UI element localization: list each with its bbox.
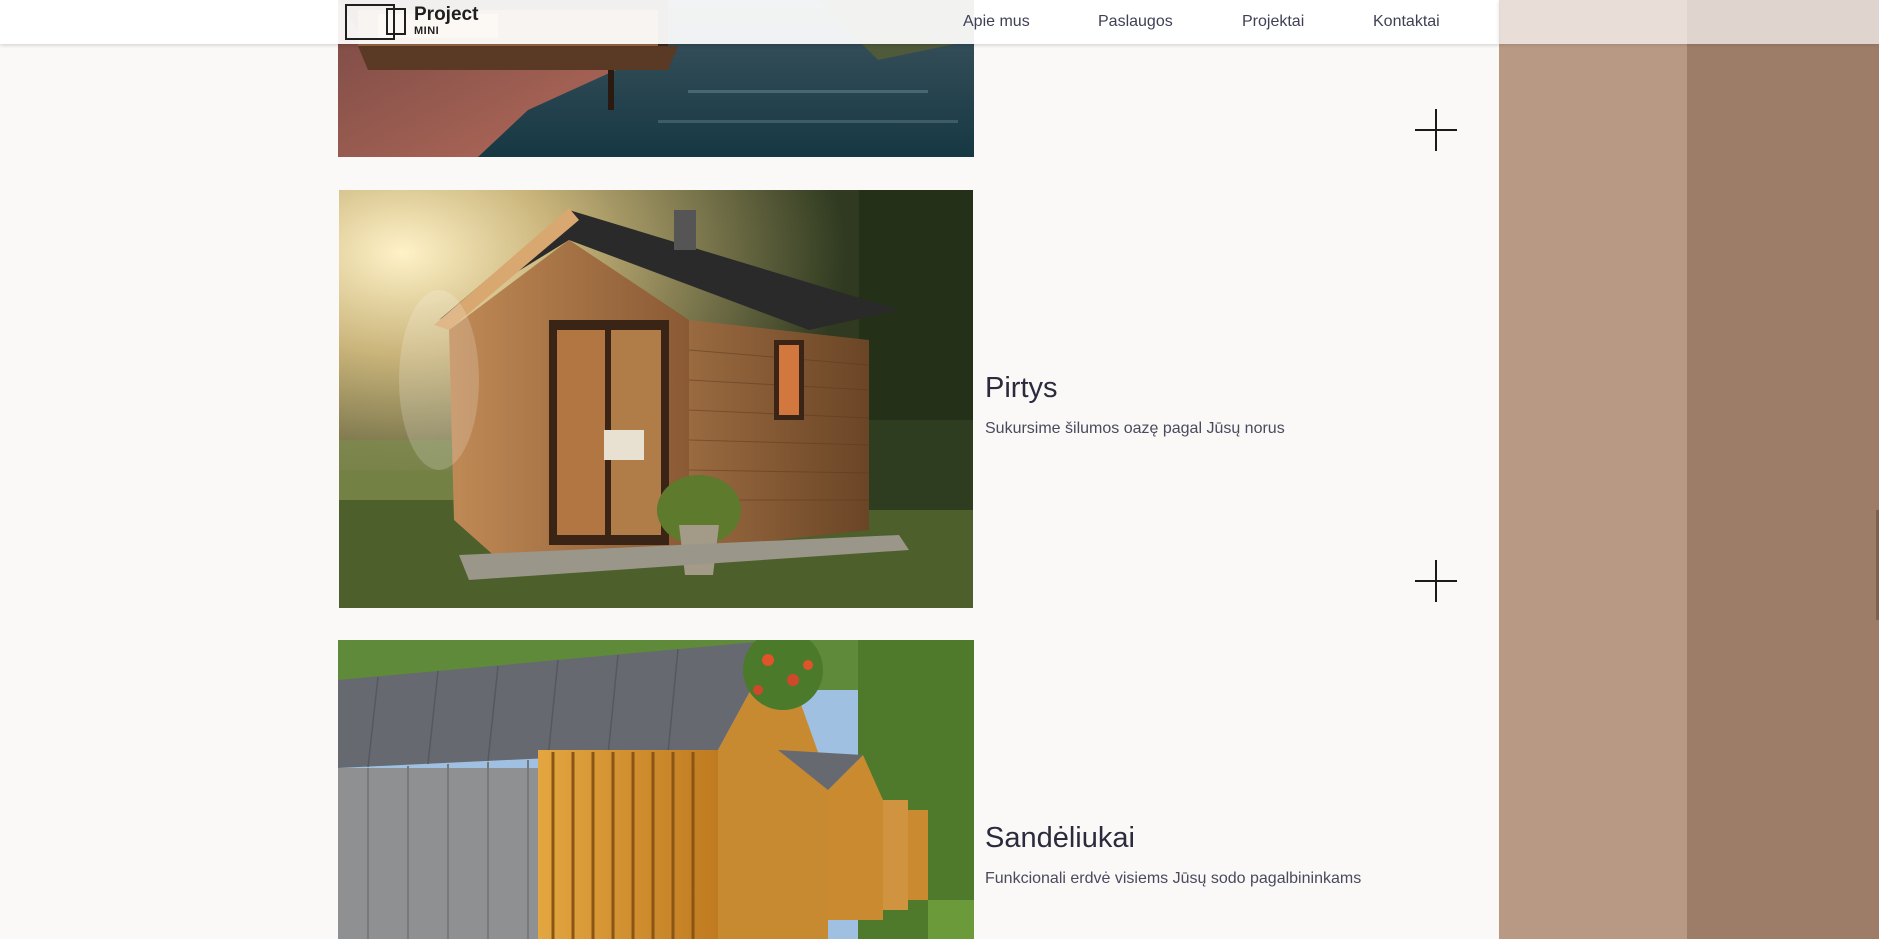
side-panel-dark xyxy=(1687,0,1879,939)
nav-link-apie-mus[interactable]: Apie mus xyxy=(963,12,1030,32)
expand-plus-icon[interactable] xyxy=(1415,109,1457,151)
nav-link-kontaktai[interactable]: Kontaktai xyxy=(1373,12,1440,32)
nav-link-paslaugos[interactable]: Paslaugos xyxy=(1098,12,1173,32)
nav-link-projektai[interactable]: Projektai xyxy=(1242,12,1304,32)
service-title-sandeliukai: Sandėliukai xyxy=(985,822,1135,854)
expand-plus-icon[interactable] xyxy=(1415,560,1457,602)
logo-sub: MINI xyxy=(414,25,440,37)
header-side-overlay xyxy=(1499,0,1879,44)
logo[interactable]: Project MINI xyxy=(345,3,485,41)
site-header: Project MINI Apie mus Paslaugos Projekta… xyxy=(0,0,1499,44)
service-description-pirtys: Sukursime šilumos oazę pagal Jūsų norus xyxy=(985,420,1285,437)
project-image-shed xyxy=(338,640,974,939)
project-image-sauna xyxy=(339,190,973,608)
page: Pirtys Sukursime šilumos oazę pagal Jūsų… xyxy=(0,0,1879,939)
side-panel-light xyxy=(1499,0,1687,939)
service-title-pirtys: Pirtys xyxy=(985,372,1058,404)
logo-word: Project xyxy=(414,4,479,25)
service-description-sandeliukai: Funkcionali erdvė visiems Jūsų sodo paga… xyxy=(985,870,1362,887)
logo-mark-inner-icon xyxy=(386,8,406,35)
